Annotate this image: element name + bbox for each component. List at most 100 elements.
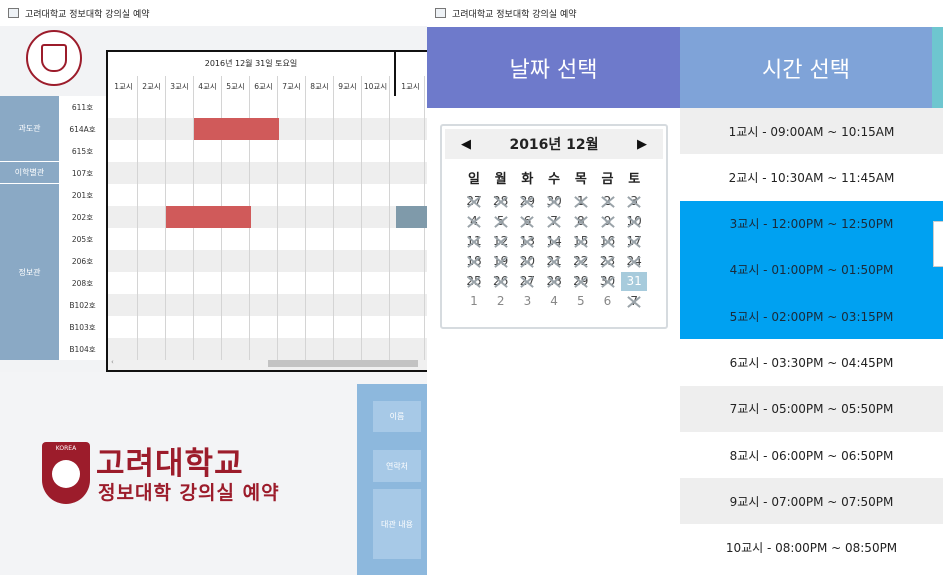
grid-cell[interactable]	[278, 316, 306, 338]
calendar-day[interactable]: 2	[595, 192, 621, 211]
calendar-day[interactable]: 27	[514, 272, 540, 291]
grid-cell[interactable]	[397, 96, 425, 118]
calendar-day[interactable]: 13	[514, 232, 540, 251]
grid-cell[interactable]	[110, 118, 138, 140]
grid-cell[interactable]	[166, 162, 194, 184]
grid-cell[interactable]	[362, 140, 390, 162]
grid-cell[interactable]	[166, 140, 194, 162]
grid-cell[interactable]	[138, 272, 166, 294]
grid-cell[interactable]	[222, 228, 250, 250]
grid-cell[interactable]	[362, 272, 390, 294]
time-slot[interactable]: 4교시 - 01:00PM ~ 01:50PM	[680, 246, 943, 293]
grid-cell[interactable]	[194, 272, 222, 294]
calendar-day[interactable]: 7	[621, 292, 647, 311]
grid-cell[interactable]	[278, 228, 306, 250]
grid-cell[interactable]	[278, 338, 306, 360]
grid-cell[interactable]	[362, 184, 390, 206]
calendar-day[interactable]: 1	[568, 192, 594, 211]
calendar-day[interactable]: 5	[568, 292, 594, 311]
grid-cell[interactable]	[110, 206, 138, 228]
grid-cell[interactable]	[278, 140, 306, 162]
calendar-day[interactable]: 3	[514, 292, 540, 311]
grid-cell[interactable]	[166, 294, 194, 316]
calendar-day[interactable]: 9	[595, 212, 621, 231]
calendar-day[interactable]: 23	[595, 252, 621, 271]
calendar-day[interactable]: 15	[568, 232, 594, 251]
grid-cell[interactable]	[222, 96, 250, 118]
calendar-day[interactable]: 19	[488, 252, 514, 271]
calendar-day[interactable]: 27	[461, 192, 487, 211]
time-slot[interactable]: 3교시 - 12:00PM ~ 12:50PM	[680, 200, 943, 247]
grid-cell[interactable]	[222, 272, 250, 294]
calendar-day[interactable]: 28	[488, 192, 514, 211]
grid-cell[interactable]	[334, 184, 362, 206]
grid-cell[interactable]	[334, 228, 362, 250]
grid-cell[interactable]	[278, 118, 306, 140]
grid-cell[interactable]	[110, 96, 138, 118]
calendar-day[interactable]: 25	[461, 272, 487, 291]
time-slot[interactable]: 10교시 - 08:00PM ~ 08:50PM	[680, 525, 943, 571]
calendar-day[interactable]: 29	[514, 192, 540, 211]
grid-cell[interactable]	[278, 162, 306, 184]
reservation-block[interactable]	[166, 206, 251, 228]
calendar-day[interactable]: 8	[568, 212, 594, 231]
grid-cell[interactable]	[250, 250, 278, 272]
grid-cell[interactable]	[334, 96, 362, 118]
calendar-day[interactable]: 11	[461, 232, 487, 251]
time-slot[interactable]: 5교시 - 02:00PM ~ 03:15PM	[680, 293, 943, 340]
grid-cell[interactable]	[138, 206, 166, 228]
grid-cell[interactable]	[362, 294, 390, 316]
grid-cell[interactable]	[222, 140, 250, 162]
grid-cell[interactable]	[362, 250, 390, 272]
grid-cell[interactable]	[334, 338, 362, 360]
reservation-block[interactable]	[396, 206, 428, 228]
grid-cell[interactable]	[222, 184, 250, 206]
grid-cell[interactable]	[138, 96, 166, 118]
grid-cell[interactable]	[166, 184, 194, 206]
prev-month-icon[interactable]: ◀	[457, 135, 475, 153]
grid-cell[interactable]	[222, 250, 250, 272]
next-month-icon[interactable]: ▶	[633, 135, 651, 153]
calendar-day[interactable]: 7	[541, 212, 567, 231]
calendar-day[interactable]: 28	[541, 272, 567, 291]
grid-cell[interactable]	[362, 228, 390, 250]
calendar-day[interactable]: 20	[514, 252, 540, 271]
grid-cell[interactable]	[306, 228, 334, 250]
calendar-day[interactable]: 12	[488, 232, 514, 251]
grid-cell[interactable]	[334, 294, 362, 316]
grid-cell[interactable]	[278, 294, 306, 316]
grid-cell[interactable]	[194, 294, 222, 316]
grid-cell[interactable]	[306, 140, 334, 162]
grid-cell[interactable]	[110, 272, 138, 294]
grid-cell[interactable]	[250, 206, 278, 228]
calendar-day[interactable]: 2	[488, 292, 514, 311]
calendar-day[interactable]: 10	[621, 212, 647, 231]
grid-cell[interactable]	[222, 162, 250, 184]
calendar-day[interactable]: 16	[595, 232, 621, 251]
grid-cell[interactable]	[222, 316, 250, 338]
calendar-day[interactable]: 17	[621, 232, 647, 251]
scrollbar-thumb[interactable]	[268, 360, 418, 367]
grid-cell[interactable]	[138, 140, 166, 162]
grid-cell[interactable]	[306, 316, 334, 338]
grid-cell[interactable]	[362, 206, 390, 228]
time-slot[interactable]: 7교시 - 05:00PM ~ 05:50PM	[680, 385, 943, 432]
grid-cell[interactable]	[110, 294, 138, 316]
grid-cell[interactable]	[362, 96, 390, 118]
grid-cell[interactable]	[397, 316, 425, 338]
grid-cell[interactable]	[138, 316, 166, 338]
calendar-day[interactable]: 21	[541, 252, 567, 271]
grid-cell[interactable]	[397, 184, 425, 206]
grid-cell[interactable]	[397, 338, 425, 360]
grid-cell[interactable]	[138, 118, 166, 140]
grid-cell[interactable]	[166, 250, 194, 272]
grid-cell[interactable]	[397, 228, 425, 250]
calendar-day[interactable]: 4	[541, 292, 567, 311]
calendar-day[interactable]: 4	[461, 212, 487, 231]
calendar-day[interactable]: 26	[488, 272, 514, 291]
grid-cell[interactable]	[334, 206, 362, 228]
grid-cell[interactable]	[397, 250, 425, 272]
grid-cell[interactable]	[250, 162, 278, 184]
grid-cell[interactable]	[194, 250, 222, 272]
grid-cell[interactable]	[334, 118, 362, 140]
